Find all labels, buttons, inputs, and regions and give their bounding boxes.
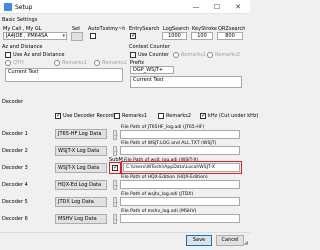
cc-remarks2-label: Remarks2	[215, 52, 240, 58]
decoder-6-browse-button[interactable]: …	[113, 214, 118, 224]
use-az-label: Use Az and Distance	[13, 52, 65, 58]
az-current-text-label: Current Text	[8, 69, 39, 75]
az-remarks2-radio[interactable]	[94, 60, 100, 66]
app-icon	[4, 3, 12, 11]
auto-tx-checkbox[interactable]	[90, 33, 96, 39]
use-az-checkbox[interactable]	[5, 52, 11, 58]
dec-remarks1-label: Remarks1	[122, 113, 147, 119]
decoder-1-label: Decoder 1	[2, 131, 28, 137]
use-decoder-checkbox[interactable]	[55, 112, 61, 119]
qth-radio[interactable]	[5, 60, 11, 66]
use-counter-checkbox[interactable]	[130, 52, 136, 58]
az-distance-heading: Az and Distance	[2, 44, 43, 50]
cc-remarks1-label: Remarks1	[181, 52, 206, 58]
prefix-input[interactable]: DGP_WSJT+	[130, 66, 174, 74]
decoder-2-button[interactable]: WSJT-X Log Data	[55, 146, 107, 156]
qth-label: QTH	[13, 60, 24, 66]
subm-checkbox[interactable]	[112, 164, 118, 171]
decoder-3-label: Decoder 3	[2, 165, 28, 171]
resize-grip-icon[interactable]: ◢	[244, 240, 249, 248]
use-counter-label: Use Counter	[138, 52, 169, 58]
qrz-input[interactable]: 800	[217, 32, 243, 40]
decoder-4-label: Decoder 4	[2, 182, 28, 188]
dec-remarks2-label: Remarks2	[166, 113, 191, 119]
cc-current-text-label: Current Text	[133, 77, 164, 83]
footer-divider	[0, 232, 250, 233]
az-current-text-box: Current Text	[5, 68, 123, 82]
cc-remarks1-radio[interactable]	[173, 52, 179, 58]
decoder-2-browse-button[interactable]: …	[113, 146, 118, 156]
minimize-button[interactable]: —	[186, 0, 206, 14]
entry-search-checkbox[interactable]	[130, 32, 136, 39]
decoder-5-button[interactable]: JTDX Log Data	[55, 197, 107, 207]
decoder-rows: Decoder 1 JT65-HF Log Data File Path of …	[0, 124, 246, 232]
cc-current-text-box: Current Text	[130, 76, 242, 88]
decoder-6-label: Decoder 6	[2, 216, 28, 222]
khz-checkbox[interactable]	[200, 112, 206, 119]
az-remarks1-label: Remarks1	[62, 60, 87, 66]
decoder-5-label: Decoder 5	[2, 199, 28, 205]
cancel-button[interactable]: Cancel	[216, 235, 244, 246]
maximize-button[interactable]: ☐	[207, 0, 227, 14]
az-remarks1-radio[interactable]	[54, 60, 60, 66]
keystroke-input[interactable]: 100	[191, 32, 213, 40]
decoder-heading: Decoder	[2, 99, 24, 105]
dec-remarks2-checkbox[interactable]	[158, 113, 164, 119]
decoder-6-path-input[interactable]	[120, 214, 240, 223]
contest-counter-heading: Contest Counter	[129, 44, 170, 50]
close-button[interactable]: ✕	[228, 0, 248, 14]
decoder-3-button[interactable]: WSJT-X Log Data	[55, 163, 107, 173]
decoder-1-browse-button[interactable]: …	[113, 130, 118, 140]
basic-settings-heading: Basic Settings	[2, 17, 38, 23]
khz-label: kHz (Cut under kHz)	[208, 113, 259, 119]
decoder-4-button[interactable]: HQX-Ed Log Data	[55, 180, 107, 190]
set-button[interactable]	[71, 32, 83, 41]
az-remarks2-label: Remarks2	[102, 60, 127, 66]
mycall-combo[interactable]: JA4JOE , PM64SA ▾	[3, 32, 67, 40]
decoder-4-browse-button[interactable]: …	[113, 180, 118, 190]
title-bar: Setup — ☐ ✕	[0, 0, 250, 14]
cc-remarks2-radio[interactable]	[207, 52, 213, 58]
mycall-value: JA4JOE , PM64SA	[6, 33, 48, 39]
decoder-2-label: Decoder 2	[2, 148, 28, 154]
auto-tx-label: AutoTxstmy~h	[88, 26, 126, 32]
window-title: Setup	[15, 4, 33, 11]
dec-remarks1-checkbox[interactable]	[114, 113, 120, 119]
decoder-5-browse-button[interactable]: …	[113, 197, 118, 207]
log-search-input[interactable]: 1000	[162, 32, 187, 40]
chevron-down-icon: ▾	[62, 33, 65, 39]
decoder-1-path-input[interactable]	[120, 130, 240, 139]
decoder-1-button[interactable]: JT65-HF Log Data	[55, 129, 107, 139]
use-decoder-label: Use Decoder Record	[63, 113, 114, 119]
decoder-4-path-input[interactable]	[120, 180, 240, 189]
decoder-2-path-input[interactable]	[120, 146, 240, 155]
decoder-5-path-input[interactable]	[120, 197, 240, 206]
save-button[interactable]: Save	[186, 235, 212, 246]
decoder-6-button[interactable]: MSHV Log Data	[55, 214, 107, 224]
path-annotation	[121, 161, 242, 174]
